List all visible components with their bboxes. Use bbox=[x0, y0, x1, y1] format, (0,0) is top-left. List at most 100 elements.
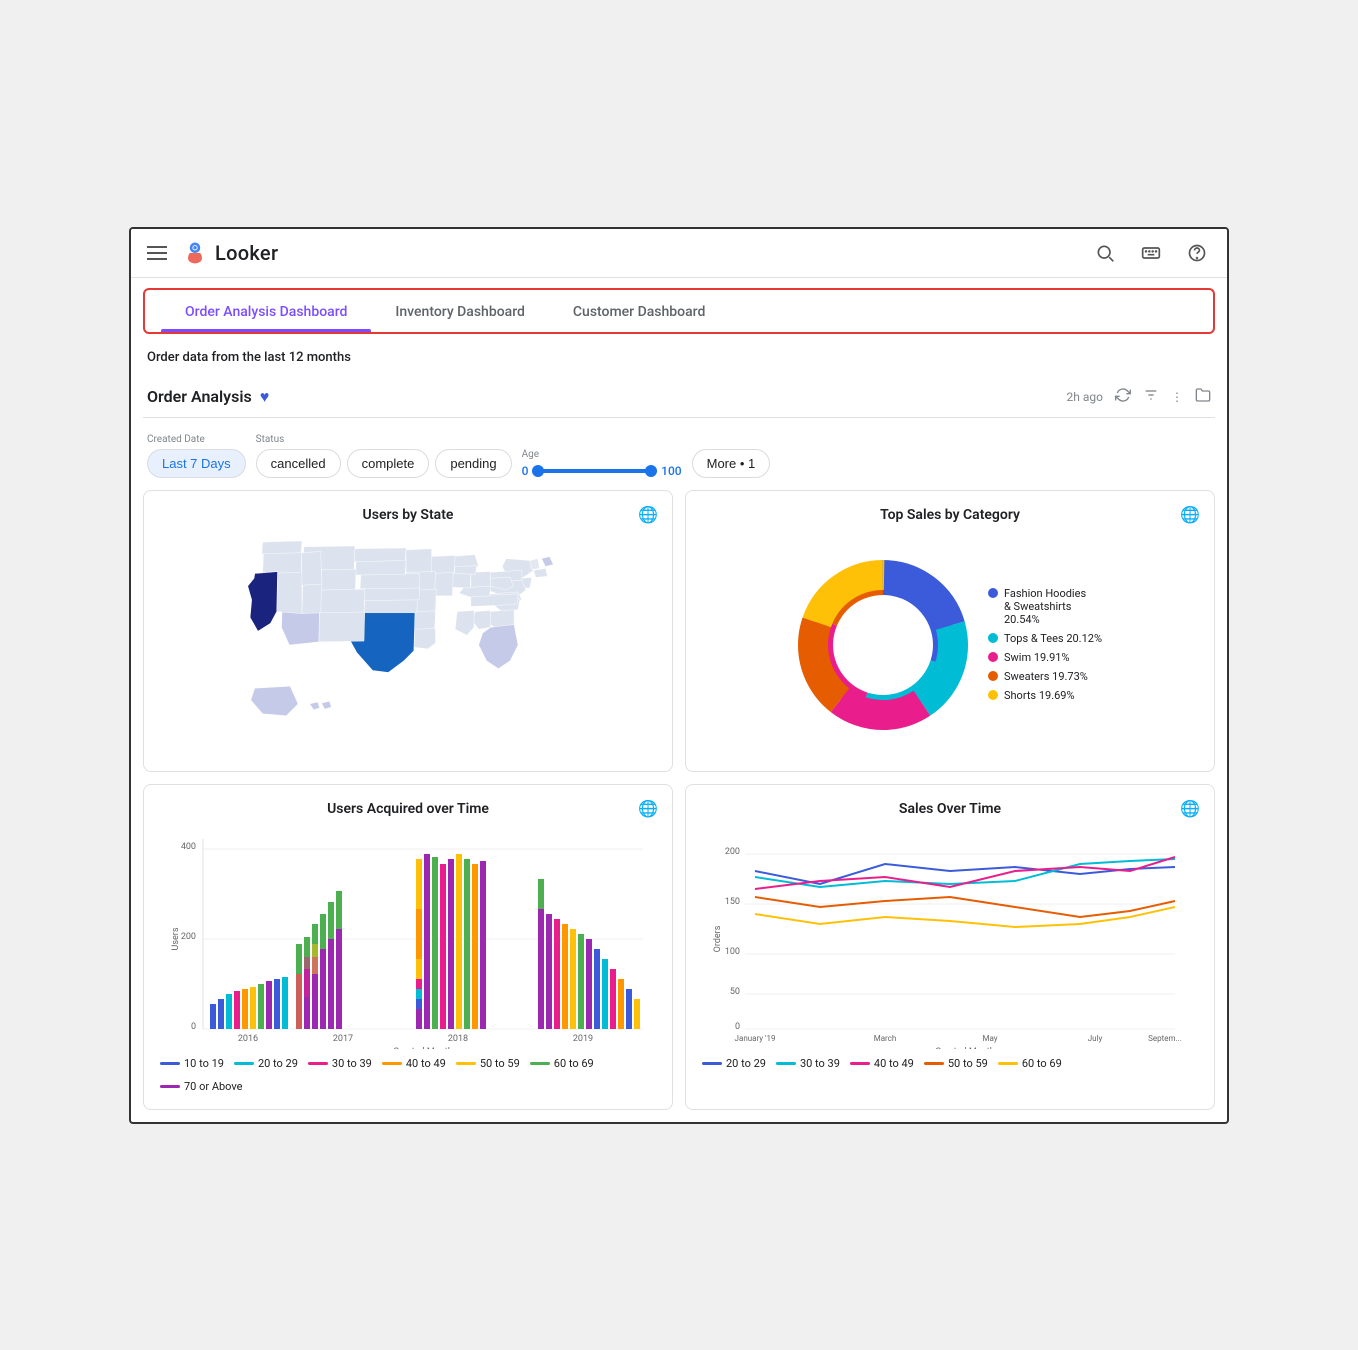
tab-customer[interactable]: Customer Dashboard bbox=[549, 290, 729, 332]
svg-text:2018: 2018 bbox=[448, 1034, 468, 1044]
svg-text:200: 200 bbox=[725, 847, 740, 857]
sales-legend-label-60-69: 60 to 69 bbox=[1022, 1057, 1062, 1070]
tab-inventory[interactable]: Inventory Dashboard bbox=[371, 290, 549, 332]
legend-line-70-above bbox=[160, 1085, 180, 1088]
age-slider-track[interactable] bbox=[532, 469, 657, 473]
us-map-container bbox=[160, 535, 656, 755]
donut-legend: Fashion Hoodies& Sweatshirts20.54% Tops … bbox=[988, 587, 1102, 702]
sales-legend-40-49: 40 to 49 bbox=[850, 1057, 914, 1070]
legend-70-above: 70 or Above bbox=[160, 1080, 242, 1093]
more-filters-button[interactable]: More • 1 bbox=[692, 449, 771, 478]
tab-order-analysis[interactable]: Order Analysis Dashboard bbox=[161, 290, 371, 332]
legend-label-20-29: 20 to 29 bbox=[258, 1057, 298, 1070]
svg-text:July: July bbox=[1088, 1034, 1103, 1043]
legend-item-shorts: Shorts 19.69% bbox=[988, 689, 1102, 702]
svg-text:May: May bbox=[982, 1034, 997, 1043]
dashboard-section: Order Analysis ♥ 2h ago ⋮ Created Date bbox=[131, 377, 1227, 1122]
legend-label-shorts: Shorts 19.69% bbox=[1004, 689, 1075, 702]
legend-item-swim: Swim 19.91% bbox=[988, 651, 1102, 664]
bar-chart-container: 400 200 0 Users bbox=[160, 829, 656, 1049]
sales-legend-line-60-69 bbox=[998, 1062, 1018, 1065]
top-sales-globe-icon[interactable]: 🌐 bbox=[1180, 505, 1200, 524]
legend-dot-hoodies bbox=[988, 588, 998, 598]
age-max: 100 bbox=[661, 464, 681, 478]
legend-20-29: 20 to 29 bbox=[234, 1057, 298, 1070]
help-icon[interactable] bbox=[1183, 239, 1211, 267]
users-by-state-title: Users by State bbox=[160, 507, 656, 523]
legend-40-49: 40 to 49 bbox=[382, 1057, 446, 1070]
sales-legend-label-30-39: 30 to 39 bbox=[800, 1057, 840, 1070]
filter-row: Created Date Last 7 Days Status cancelle… bbox=[143, 428, 1215, 490]
sales-over-time-card: Sales Over Time 🌐 200 150 100 50 0 bbox=[685, 784, 1215, 1110]
users-by-state-globe-icon[interactable]: 🌐 bbox=[638, 505, 658, 524]
top-sales-title: Top Sales by Category bbox=[702, 507, 1198, 523]
sales-legend-line-30-39 bbox=[776, 1062, 796, 1065]
legend-label-50-59: 50 to 59 bbox=[480, 1057, 520, 1070]
svg-text:Orders: Orders bbox=[713, 925, 723, 952]
logo-icon bbox=[181, 239, 209, 267]
svg-text:2016: 2016 bbox=[238, 1034, 258, 1044]
page-subtitle: Order data from the last 12 months bbox=[131, 344, 1227, 377]
tabs-bar: Order Analysis Dashboard Inventory Dashb… bbox=[143, 288, 1215, 334]
bar-chart-legend: 10 to 19 20 to 29 30 to 39 40 to 49 bbox=[160, 1057, 656, 1093]
age-slider-right-thumb[interactable] bbox=[645, 465, 657, 477]
more-vert-icon[interactable]: ⋮ bbox=[1171, 390, 1183, 404]
menu-icon[interactable] bbox=[147, 246, 167, 260]
section-meta: 2h ago ⋮ bbox=[1067, 387, 1211, 406]
sales-legend-line-20-29 bbox=[702, 1062, 722, 1065]
legend-label-10-19: 10 to 19 bbox=[184, 1057, 224, 1070]
created-date-filter: Created Date Last 7 Days bbox=[147, 434, 246, 478]
sales-legend-line-50-59 bbox=[924, 1062, 944, 1065]
status-pending[interactable]: pending bbox=[435, 449, 511, 478]
legend-label-swim: Swim 19.91% bbox=[1004, 651, 1070, 664]
svg-text:Created Month: Created Month bbox=[935, 1047, 994, 1049]
top-bar-right bbox=[1091, 239, 1211, 267]
users-acquired-card: Users Acquired over Time 🌐 400 200 0 bbox=[143, 784, 673, 1110]
filter-icon[interactable] bbox=[1143, 387, 1159, 406]
top-sales-card: Top Sales by Category 🌐 bbox=[685, 490, 1215, 772]
legend-label-40-49: 40 to 49 bbox=[406, 1057, 446, 1070]
age-min: 0 bbox=[522, 464, 529, 478]
age-slider-left-thumb[interactable] bbox=[532, 465, 544, 477]
section-title: Order Analysis bbox=[147, 387, 252, 406]
svg-text:0: 0 bbox=[735, 1022, 740, 1032]
folder-icon[interactable] bbox=[1195, 387, 1211, 406]
legend-label-60-69: 60 to 69 bbox=[554, 1057, 594, 1070]
svg-text:2019: 2019 bbox=[573, 1034, 593, 1044]
age-filter: Age 0 100 bbox=[522, 449, 682, 478]
keyboard-icon[interactable] bbox=[1137, 239, 1165, 267]
users-by-state-card: Users by State 🌐 bbox=[143, 490, 673, 772]
svg-text:200: 200 bbox=[181, 932, 196, 942]
svg-text:Created Month: Created Month bbox=[393, 1047, 452, 1049]
heart-icon: ♥ bbox=[260, 387, 270, 407]
date-filter-button[interactable]: Last 7 Days bbox=[147, 449, 246, 478]
refresh-icon[interactable] bbox=[1115, 387, 1131, 406]
sales-over-time-title: Sales Over Time bbox=[702, 801, 1198, 817]
created-date-label: Created Date bbox=[147, 434, 246, 445]
svg-text:150: 150 bbox=[725, 897, 740, 907]
search-icon[interactable] bbox=[1091, 239, 1119, 267]
charts-grid: Users by State 🌐 bbox=[143, 490, 1215, 1110]
status-cancelled[interactable]: cancelled bbox=[256, 449, 341, 478]
svg-text:January '19: January '19 bbox=[735, 1034, 776, 1043]
sales-legend-60-69: 60 to 69 bbox=[998, 1057, 1062, 1070]
svg-text:March: March bbox=[874, 1034, 897, 1043]
legend-label-tops: Tops & Tees 20.12% bbox=[1004, 632, 1102, 645]
status-label: Status bbox=[256, 434, 512, 445]
section-header: Order Analysis ♥ 2h ago ⋮ bbox=[143, 377, 1215, 418]
sales-legend-30-39: 30 to 39 bbox=[776, 1057, 840, 1070]
legend-label-70-above: 70 or Above bbox=[184, 1080, 242, 1093]
us-map-svg bbox=[160, 535, 656, 755]
age-label: Age bbox=[522, 449, 682, 460]
status-complete[interactable]: complete bbox=[347, 449, 430, 478]
legend-line-10-19 bbox=[160, 1062, 180, 1065]
users-acquired-globe-icon[interactable]: 🌐 bbox=[638, 799, 658, 818]
svg-text:Septem...: Septem... bbox=[1148, 1034, 1182, 1043]
sales-legend-label-20-29: 20 to 29 bbox=[726, 1057, 766, 1070]
svg-text:2017: 2017 bbox=[333, 1034, 353, 1044]
legend-50-59: 50 to 59 bbox=[456, 1057, 520, 1070]
donut-container: Fashion Hoodies& Sweatshirts20.54% Tops … bbox=[702, 535, 1198, 755]
legend-item-tops: Tops & Tees 20.12% bbox=[988, 632, 1102, 645]
logo-text: Looker bbox=[215, 241, 278, 265]
sales-over-time-globe-icon[interactable]: 🌐 bbox=[1180, 799, 1200, 818]
